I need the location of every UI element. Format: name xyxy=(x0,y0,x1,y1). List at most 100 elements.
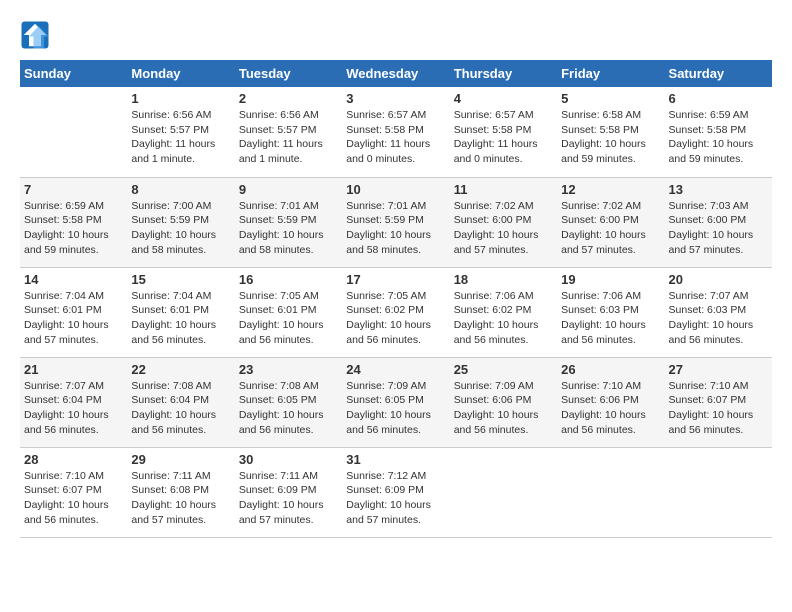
weekday-header-saturday: Saturday xyxy=(665,60,772,87)
day-number: 28 xyxy=(24,452,123,467)
day-info: Sunrise: 7:10 AM Sunset: 6:06 PM Dayligh… xyxy=(561,379,660,438)
calendar-cell xyxy=(20,87,127,177)
day-info: Sunrise: 7:02 AM Sunset: 6:00 PM Dayligh… xyxy=(561,199,660,258)
day-info: Sunrise: 7:09 AM Sunset: 6:06 PM Dayligh… xyxy=(454,379,553,438)
calendar-cell xyxy=(665,447,772,537)
day-info: Sunrise: 7:05 AM Sunset: 6:02 PM Dayligh… xyxy=(346,289,445,348)
calendar-cell: 12 Sunrise: 7:02 AM Sunset: 6:00 PM Dayli… xyxy=(557,177,664,267)
calendar-cell: 29 Sunrise: 7:11 AM Sunset: 6:08 PM Dayli… xyxy=(127,447,234,537)
day-info: Sunrise: 6:57 AM Sunset: 5:58 PM Dayligh… xyxy=(346,108,445,167)
day-info: Sunrise: 7:04 AM Sunset: 6:01 PM Dayligh… xyxy=(24,289,123,348)
day-info: Sunrise: 6:57 AM Sunset: 5:58 PM Dayligh… xyxy=(454,108,553,167)
calendar-cell: 31Sunrise: 7:12 AM Sunset: 6:09 PM Dayli… xyxy=(342,447,449,537)
day-info: Sunrise: 7:07 AM Sunset: 6:03 PM Dayligh… xyxy=(669,289,768,348)
calendar-cell: 18Sunrise: 7:06 AM Sunset: 6:02 PM Dayli… xyxy=(450,267,557,357)
day-number: 9 xyxy=(239,182,338,197)
calendar-cell: 16 Sunrise: 7:05 AM Sunset: 6:01 PM Dayli… xyxy=(235,267,342,357)
day-info: Sunrise: 6:59 AM Sunset: 5:58 PM Dayligh… xyxy=(669,108,768,167)
week-row-3: 14 Sunrise: 7:04 AM Sunset: 6:01 PM Dayli… xyxy=(20,267,772,357)
day-number: 27 xyxy=(669,362,768,377)
calendar-table: SundayMondayTuesdayWednesdayThursdayFrid… xyxy=(20,60,772,538)
day-info: Sunrise: 6:56 AM Sunset: 5:57 PM Dayligh… xyxy=(131,108,230,167)
day-number: 24 xyxy=(346,362,445,377)
day-number: 21 xyxy=(24,362,123,377)
day-info: Sunrise: 7:12 AM Sunset: 6:09 PM Dayligh… xyxy=(346,469,445,528)
calendar-cell: 15 Sunrise: 7:04 AM Sunset: 6:01 PM Dayli… xyxy=(127,267,234,357)
calendar-cell xyxy=(557,447,664,537)
day-info: Sunrise: 7:11 AM Sunset: 6:08 PM Dayligh… xyxy=(131,469,230,528)
calendar-cell xyxy=(450,447,557,537)
day-number: 4 xyxy=(454,91,553,106)
calendar-cell: 26 Sunrise: 7:10 AM Sunset: 6:06 PM Dayli… xyxy=(557,357,664,447)
calendar-cell: 30 Sunrise: 7:11 AM Sunset: 6:09 PM Dayli… xyxy=(235,447,342,537)
day-info: Sunrise: 7:07 AM Sunset: 6:04 PM Dayligh… xyxy=(24,379,123,438)
day-number: 6 xyxy=(669,91,768,106)
calendar-cell: 8 Sunrise: 7:00 AM Sunset: 5:59 PM Daylig… xyxy=(127,177,234,267)
week-row-4: 21 Sunrise: 7:07 AM Sunset: 6:04 PM Dayli… xyxy=(20,357,772,447)
day-info: Sunrise: 7:08 AM Sunset: 6:05 PM Dayligh… xyxy=(239,379,338,438)
day-info: Sunrise: 7:10 AM Sunset: 6:07 PM Dayligh… xyxy=(669,379,768,438)
day-number: 8 xyxy=(131,182,230,197)
day-number: 25 xyxy=(454,362,553,377)
calendar-cell: 22 Sunrise: 7:08 AM Sunset: 6:04 PM Dayli… xyxy=(127,357,234,447)
calendar-cell: 19Sunrise: 7:06 AM Sunset: 6:03 PM Dayli… xyxy=(557,267,664,357)
day-number: 7 xyxy=(24,182,123,197)
logo xyxy=(20,20,54,50)
calendar-cell: 20Sunrise: 7:07 AM Sunset: 6:03 PM Dayli… xyxy=(665,267,772,357)
day-number: 13 xyxy=(669,182,768,197)
calendar-cell: 24 Sunrise: 7:09 AM Sunset: 6:05 PM Dayli… xyxy=(342,357,449,447)
page-header xyxy=(20,20,772,50)
day-number: 23 xyxy=(239,362,338,377)
calendar-cell: 21 Sunrise: 7:07 AM Sunset: 6:04 PM Dayli… xyxy=(20,357,127,447)
calendar-cell: 11Sunrise: 7:02 AM Sunset: 6:00 PM Dayli… xyxy=(450,177,557,267)
day-info: Sunrise: 7:09 AM Sunset: 6:05 PM Dayligh… xyxy=(346,379,445,438)
day-info: Sunrise: 7:08 AM Sunset: 6:04 PM Dayligh… xyxy=(131,379,230,438)
day-number: 11 xyxy=(454,182,553,197)
calendar-cell: 28 Sunrise: 7:10 AM Sunset: 6:07 PM Dayli… xyxy=(20,447,127,537)
weekday-header-tuesday: Tuesday xyxy=(235,60,342,87)
day-info: Sunrise: 6:59 AM Sunset: 5:58 PM Dayligh… xyxy=(24,199,123,258)
day-number: 17 xyxy=(346,272,445,287)
day-info: Sunrise: 7:05 AM Sunset: 6:01 PM Dayligh… xyxy=(239,289,338,348)
weekday-header-friday: Friday xyxy=(557,60,664,87)
day-number: 30 xyxy=(239,452,338,467)
day-number: 14 xyxy=(24,272,123,287)
weekday-header-thursday: Thursday xyxy=(450,60,557,87)
day-number: 29 xyxy=(131,452,230,467)
day-info: Sunrise: 6:56 AM Sunset: 5:57 PM Dayligh… xyxy=(239,108,338,167)
week-row-5: 28 Sunrise: 7:10 AM Sunset: 6:07 PM Dayli… xyxy=(20,447,772,537)
day-info: Sunrise: 7:04 AM Sunset: 6:01 PM Dayligh… xyxy=(131,289,230,348)
logo-icon xyxy=(20,20,50,50)
day-number: 16 xyxy=(239,272,338,287)
calendar-cell: 6 Sunrise: 6:59 AM Sunset: 5:58 PM Daylig… xyxy=(665,87,772,177)
calendar-cell: 1 Sunrise: 6:56 AM Sunset: 5:57 PM Daylig… xyxy=(127,87,234,177)
calendar-cell: 23 Sunrise: 7:08 AM Sunset: 6:05 PM Dayli… xyxy=(235,357,342,447)
calendar-cell: 17 Sunrise: 7:05 AM Sunset: 6:02 PM Dayli… xyxy=(342,267,449,357)
day-info: Sunrise: 7:06 AM Sunset: 6:02 PM Dayligh… xyxy=(454,289,553,348)
weekday-header-sunday: Sunday xyxy=(20,60,127,87)
day-number: 12 xyxy=(561,182,660,197)
day-info: Sunrise: 7:03 AM Sunset: 6:00 PM Dayligh… xyxy=(669,199,768,258)
calendar-cell: 3Sunrise: 6:57 AM Sunset: 5:58 PM Daylig… xyxy=(342,87,449,177)
day-number: 2 xyxy=(239,91,338,106)
week-row-2: 7 Sunrise: 6:59 AM Sunset: 5:58 PM Daylig… xyxy=(20,177,772,267)
calendar-cell: 5Sunrise: 6:58 AM Sunset: 5:58 PM Daylig… xyxy=(557,87,664,177)
day-info: Sunrise: 6:58 AM Sunset: 5:58 PM Dayligh… xyxy=(561,108,660,167)
day-number: 26 xyxy=(561,362,660,377)
calendar-cell: 14 Sunrise: 7:04 AM Sunset: 6:01 PM Dayli… xyxy=(20,267,127,357)
calendar-cell: 10Sunrise: 7:01 AM Sunset: 5:59 PM Dayli… xyxy=(342,177,449,267)
calendar-cell: 13 Sunrise: 7:03 AM Sunset: 6:00 PM Dayli… xyxy=(665,177,772,267)
day-number: 15 xyxy=(131,272,230,287)
day-info: Sunrise: 7:10 AM Sunset: 6:07 PM Dayligh… xyxy=(24,469,123,528)
calendar-cell: 2 Sunrise: 6:56 AM Sunset: 5:57 PM Daylig… xyxy=(235,87,342,177)
day-number: 22 xyxy=(131,362,230,377)
day-info: Sunrise: 7:00 AM Sunset: 5:59 PM Dayligh… xyxy=(131,199,230,258)
week-row-1: 1 Sunrise: 6:56 AM Sunset: 5:57 PM Daylig… xyxy=(20,87,772,177)
day-number: 19 xyxy=(561,272,660,287)
day-number: 1 xyxy=(131,91,230,106)
calendar-cell: 7 Sunrise: 6:59 AM Sunset: 5:58 PM Daylig… xyxy=(20,177,127,267)
calendar-cell: 9Sunrise: 7:01 AM Sunset: 5:59 PM Daylig… xyxy=(235,177,342,267)
day-info: Sunrise: 7:11 AM Sunset: 6:09 PM Dayligh… xyxy=(239,469,338,528)
day-number: 10 xyxy=(346,182,445,197)
calendar-cell: 25 Sunrise: 7:09 AM Sunset: 6:06 PM Dayli… xyxy=(450,357,557,447)
